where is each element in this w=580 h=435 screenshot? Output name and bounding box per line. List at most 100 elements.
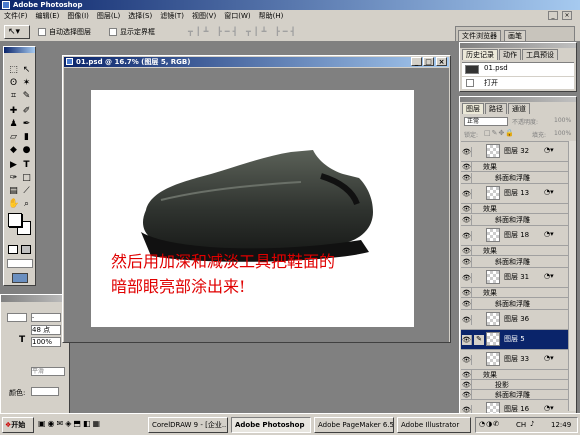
document-close-button[interactable]: × — [436, 57, 447, 66]
volume-icon[interactable]: ♪ — [530, 420, 534, 428]
layer-effects-icon[interactable]: ◔▾ — [544, 188, 554, 196]
quick-launch-icons[interactable]: ▣◉✉◈⬒◧▦ — [38, 419, 102, 428]
visibility-eye-icon[interactable]: 👁 — [462, 231, 472, 241]
align-buttons-icon[interactable]: ┳┃┻ ┣━┫ ┳┃┻ ┣━┫ — [188, 27, 298, 36]
layer-row-18[interactable]: 👁 图层 18 ◔▾ — [461, 225, 576, 245]
palette-well-tab-file-browser[interactable]: 文件浏览器 — [458, 30, 501, 41]
layer-effects-icon[interactable]: ◔▾ — [544, 146, 554, 154]
auto-select-checkbox[interactable] — [38, 28, 46, 36]
history-snapshot-row[interactable]: 01.psd — [462, 62, 574, 76]
lasso-tool-icon[interactable]: ʘ — [8, 78, 19, 89]
history-brush-tool-icon[interactable]: ✒ — [21, 119, 32, 130]
taskbar-item-coreldraw[interactable]: CorelDRAW 9 - [企业... — [148, 417, 228, 433]
tab-tool-presets[interactable]: 工具预设 — [522, 49, 558, 60]
layer-row-13[interactable]: 👁 图层 13 ◔▾ — [461, 183, 576, 203]
healing-brush-tool-icon[interactable]: ✚ — [8, 106, 19, 117]
eraser-tool-icon[interactable]: ▱ — [8, 132, 19, 143]
quick-mask-mode-icon[interactable] — [21, 245, 31, 254]
document-maximize-button[interactable]: □ — [423, 57, 434, 66]
marquee-tool-icon[interactable]: ⬚ — [8, 65, 19, 76]
visibility-eye-icon[interactable]: 👁 — [462, 147, 472, 157]
layer-effects-icon[interactable]: ◔▾ — [544, 404, 554, 412]
show-bounds-checkbox[interactable] — [109, 28, 117, 36]
history-state-open[interactable]: 打开 — [462, 77, 574, 89]
eyedropper-tool-icon[interactable]: ⟋ — [21, 186, 32, 197]
tab-layers[interactable]: 图层 — [462, 103, 484, 114]
layer-row-33[interactable]: 👁 图层 33 ◔▾ — [461, 349, 576, 369]
minimize-button[interactable]: _ — [548, 11, 558, 20]
zoom-tool-icon[interactable]: ⌕ — [21, 199, 32, 210]
brush-tool-icon[interactable]: ✐ — [21, 106, 32, 117]
blur-tool-icon[interactable]: ◆ — [8, 145, 19, 156]
taskbar-item-photoshop[interactable]: Adobe Photoshop — [231, 417, 311, 433]
layer-effects-icon[interactable]: ◔▾ — [544, 272, 554, 280]
path-selection-tool-icon[interactable]: ▶ — [8, 160, 19, 171]
layer-effects-icon[interactable]: ◔▾ — [544, 354, 554, 362]
start-button[interactable]: ❖开始 — [2, 417, 34, 433]
tab-actions[interactable]: 动作 — [499, 49, 521, 60]
pen-tool-icon[interactable]: ✑ — [8, 173, 19, 184]
jump-to-imageready-icon[interactable] — [12, 273, 28, 283]
crop-tool-icon[interactable]: ⌗ — [8, 91, 19, 102]
menu-window[interactable]: 窗口(W) — [220, 10, 254, 22]
document-minimize-button[interactable]: _ — [411, 57, 422, 66]
notes-tool-icon[interactable]: ▤ — [8, 186, 19, 197]
visibility-eye-icon[interactable]: 👁 — [462, 299, 472, 309]
tray-icons[interactable]: ◔◑✆ — [479, 420, 500, 428]
anti-alias-dropdown[interactable]: 平滑 — [31, 367, 65, 376]
tab-channels[interactable]: 通道 — [508, 103, 530, 114]
menu-select[interactable]: 选择(S) — [124, 10, 156, 22]
layer-effects-icon[interactable]: ◔▾ — [544, 230, 554, 238]
visibility-eye-icon[interactable]: 👁 — [462, 189, 472, 199]
type-tool-icon[interactable]: T — [21, 160, 32, 171]
menu-view[interactable]: 视图(V) — [188, 10, 220, 22]
taskbar-item-pagemaker[interactable]: Adobe PageMaker 6.5... — [314, 417, 394, 433]
ime-indicator[interactable]: CH — [516, 421, 526, 429]
menu-filter[interactable]: 滤镜(T) — [156, 10, 188, 22]
shape-tool-icon[interactable]: □ — [21, 173, 32, 184]
layer-row-32[interactable]: 👁 图层 32 ◔▾ — [461, 141, 576, 161]
clone-stamp-tool-icon[interactable]: ♟ — [8, 119, 19, 130]
lock-icons[interactable]: □✎✥🔒 — [484, 129, 515, 137]
menu-image[interactable]: 图像(I) — [63, 10, 93, 22]
tab-paths[interactable]: 路径 — [485, 103, 507, 114]
tool-preset-picker[interactable]: ↖▾ — [4, 25, 30, 39]
text-color-swatch[interactable] — [31, 387, 59, 396]
slice-tool-icon[interactable]: ✎ — [21, 91, 32, 102]
screen-mode-icon[interactable] — [7, 259, 33, 268]
image-canvas[interactable]: 然后用加深和减淡工具把鞋面的 暗部眼亮部涂出来! — [91, 90, 414, 327]
standard-mode-icon[interactable] — [8, 245, 18, 254]
visibility-eye-icon[interactable]: 👁 — [462, 335, 472, 345]
layer-row-31[interactable]: 👁 图层 31 ◔▾ — [461, 267, 576, 287]
visibility-eye-icon[interactable]: 👁 — [462, 173, 472, 183]
fill-field[interactable]: 100% — [554, 130, 571, 137]
visibility-eye-icon[interactable]: 👁 — [462, 355, 472, 365]
kerning-field[interactable]: - — [31, 313, 61, 322]
move-tool-icon[interactable]: ↖ — [21, 65, 32, 76]
dodge-tool-icon[interactable]: ● — [21, 145, 32, 156]
menu-layer[interactable]: 图层(L) — [93, 10, 124, 22]
palette-well-tab-brushes[interactable]: 画笔 — [504, 30, 526, 41]
menu-file[interactable]: 文件(F) — [0, 10, 32, 22]
opacity-field[interactable]: 100% — [554, 117, 571, 124]
layer-row-36[interactable]: 👁 图层 36 — [461, 309, 576, 329]
blend-mode-dropdown[interactable]: 正常 — [464, 117, 508, 126]
font-size-field[interactable]: 48 点 — [31, 325, 61, 335]
visibility-eye-icon[interactable]: 👁 — [462, 257, 472, 267]
layers-scrollbar[interactable] — [568, 141, 576, 411]
visibility-eye-icon[interactable]: 👁 — [462, 215, 472, 225]
gradient-tool-icon[interactable]: ▮ — [21, 132, 32, 143]
tracking-field[interactable] — [7, 313, 27, 322]
visibility-eye-icon[interactable]: 👁 — [462, 273, 472, 283]
menu-edit[interactable]: 编辑(E) — [32, 10, 64, 22]
foreground-color-swatch[interactable] — [8, 213, 22, 227]
taskbar-item-illustrator[interactable]: Adobe Illustrator — [397, 417, 471, 433]
close-button[interactable]: × — [562, 11, 572, 20]
layer-row-5-selected[interactable]: 👁 ✎ 图层 5 — [461, 329, 576, 349]
visibility-eye-icon[interactable]: 👁 — [462, 315, 472, 325]
hand-tool-icon[interactable]: ✋ — [8, 199, 19, 210]
magic-wand-tool-icon[interactable]: ✶ — [21, 78, 32, 89]
tab-history[interactable]: 历史记录 — [462, 49, 498, 60]
vertical-scale-field[interactable]: 100% — [31, 337, 61, 347]
menu-help[interactable]: 帮助(H) — [255, 10, 288, 22]
